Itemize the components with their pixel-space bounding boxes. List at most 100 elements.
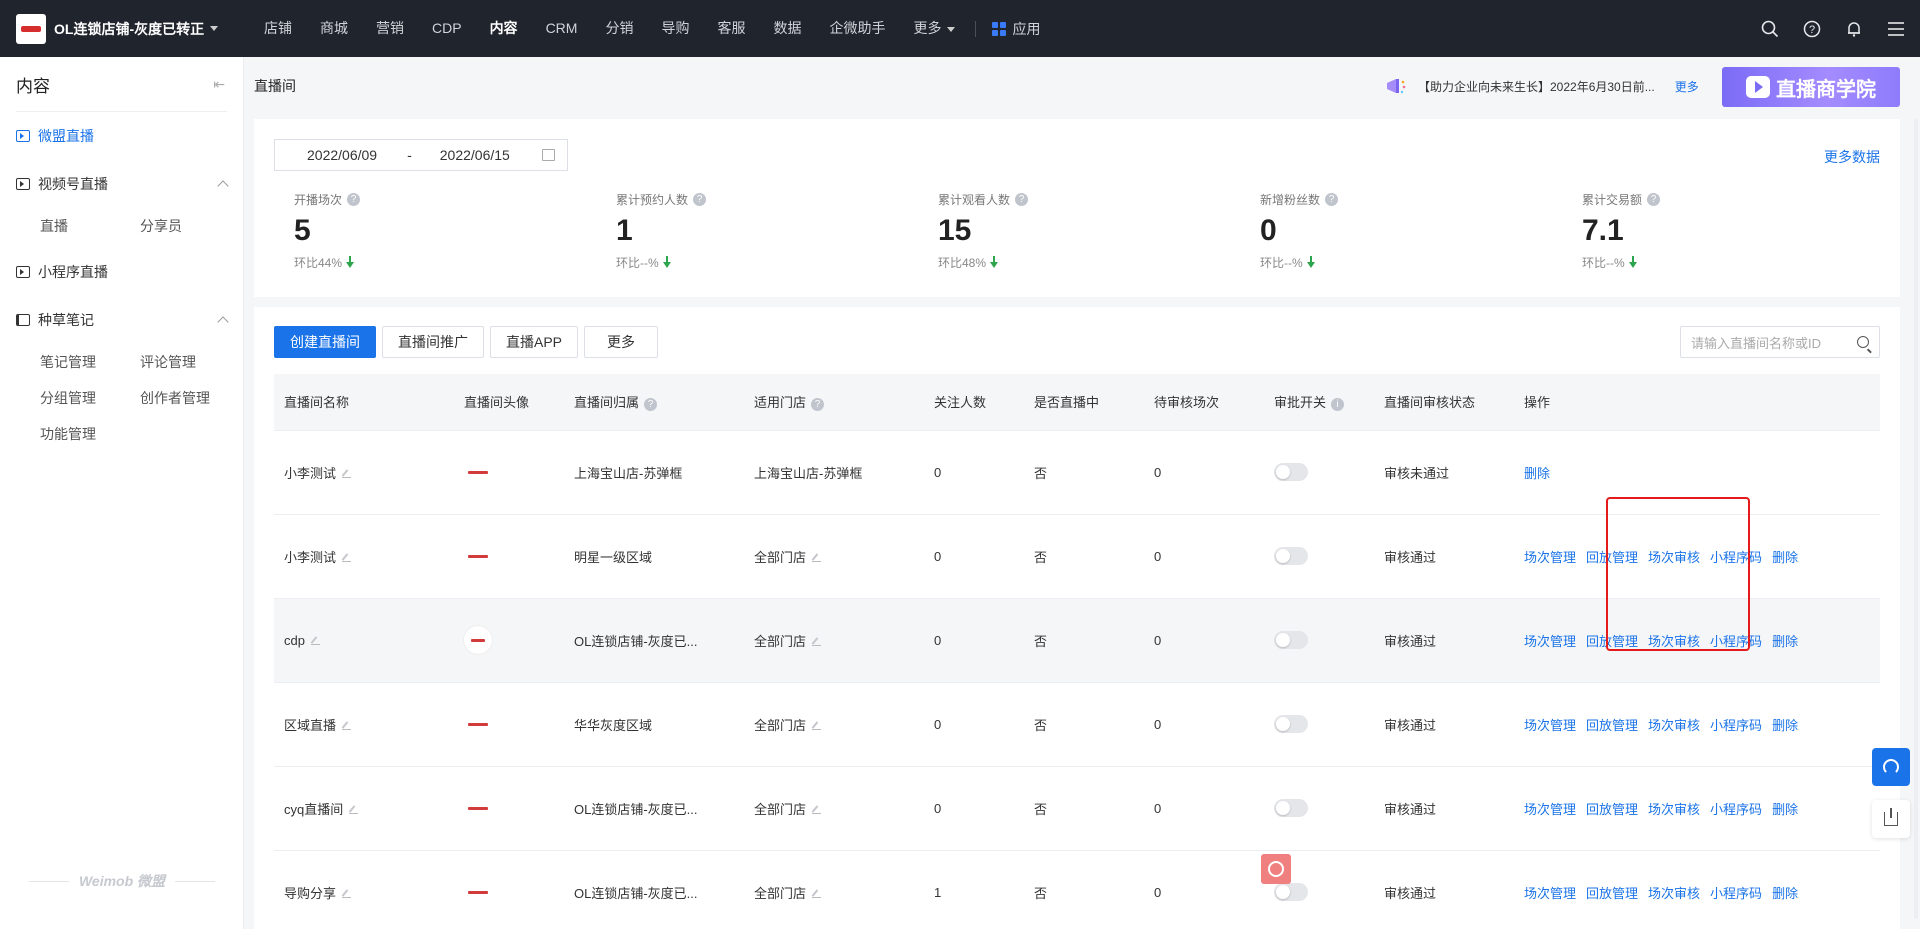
delete-link[interactable]: 删除 <box>1772 718 1798 733</box>
floating-search-icon[interactable] <box>1261 854 1291 884</box>
live-academy-banner[interactable]: 直播商学院 <box>1722 67 1900 107</box>
sidebar-item-miniprogram-live[interactable]: 小程序直播 <box>16 248 227 296</box>
approval-toggle[interactable] <box>1274 631 1308 649</box>
store-logo <box>16 13 46 44</box>
session-manage-link[interactable]: 场次管理 <box>1524 550 1576 565</box>
menu-icon[interactable] <box>1886 19 1906 39</box>
stats-card: 2022/06/09 - 2022/06/15 更多数据 开播场次? 5 环比4… <box>254 119 1900 297</box>
nav-item-more[interactable]: 更多 <box>899 0 969 57</box>
miniprogram-code-link[interactable]: 小程序码 <box>1710 718 1762 733</box>
replay-manage-link[interactable]: 回放管理 <box>1586 886 1638 901</box>
edit-icon[interactable] <box>812 637 822 646</box>
session-review-link[interactable]: 场次审核 <box>1648 802 1700 817</box>
sidebar-item-channels-live[interactable]: 视频号直播 <box>16 160 229 208</box>
miniprogram-code-link[interactable]: 小程序码 <box>1710 550 1762 565</box>
approval-toggle[interactable] <box>1274 799 1308 817</box>
info-icon[interactable]: i <box>1331 398 1345 412</box>
nav-item-guide[interactable]: 导购 <box>647 0 703 57</box>
session-review-link[interactable]: 场次审核 <box>1648 634 1700 649</box>
nav-item-cdp[interactable]: CDP <box>418 0 476 57</box>
help-icon[interactable]: ? <box>1015 193 1029 206</box>
replay-manage-link[interactable]: 回放管理 <box>1586 634 1638 649</box>
apps-menu[interactable]: 应用 <box>982 19 1050 39</box>
session-review-link[interactable]: 场次审核 <box>1648 550 1700 565</box>
search-input[interactable]: 请输入直播间名称或ID <box>1680 326 1880 358</box>
session-manage-link[interactable]: 场次管理 <box>1524 718 1576 733</box>
create-live-room-button[interactable]: 创建直播间 <box>274 326 376 358</box>
nav-item-distribution[interactable]: 分销 <box>591 0 647 57</box>
customer-service-button[interactable] <box>1872 748 1910 786</box>
replay-manage-link[interactable]: 回放管理 <box>1586 550 1638 565</box>
sidebar-item-comment-manage[interactable]: 评论管理 <box>140 344 240 380</box>
edit-icon[interactable] <box>342 469 352 478</box>
notice-text[interactable]: 【助力企业向未来生长】2022年6月30日前... <box>1418 78 1655 95</box>
edit-icon[interactable] <box>349 805 359 814</box>
delete-link[interactable]: 删除 <box>1772 886 1798 901</box>
session-manage-link[interactable]: 场次管理 <box>1524 886 1576 901</box>
delete-link[interactable]: 删除 <box>1524 466 1550 481</box>
more-button[interactable]: 更多 <box>584 326 659 358</box>
nav-item-marketing[interactable]: 营销 <box>362 0 418 57</box>
sidebar-item-feature-manage[interactable]: 功能管理 <box>40 416 140 452</box>
sidebar-item-sharer[interactable]: 分享员 <box>140 208 240 244</box>
search-icon[interactable] <box>1857 336 1869 348</box>
sidebar-item-weimob-live[interactable]: 微盟直播 <box>16 112 227 160</box>
help-icon[interactable]: ? <box>347 193 361 206</box>
store-switcher[interactable]: OL连锁店铺-灰度已转正 <box>0 13 250 44</box>
miniprogram-code-link[interactable]: 小程序码 <box>1710 802 1762 817</box>
edit-icon[interactable] <box>812 721 822 730</box>
miniprogram-code-link[interactable]: 小程序码 <box>1710 634 1762 649</box>
edit-icon[interactable] <box>342 721 352 730</box>
nav-item-service[interactable]: 客服 <box>703 0 759 57</box>
bell-icon[interactable] <box>1844 19 1864 39</box>
sidebar-item-notes[interactable]: 种草笔记 <box>16 296 229 344</box>
edit-icon[interactable] <box>342 553 352 562</box>
session-review-link[interactable]: 场次审核 <box>1648 718 1700 733</box>
session-manage-link[interactable]: 场次管理 <box>1524 634 1576 649</box>
col-header-store-label: 适用门店 <box>754 395 807 411</box>
date-range-picker[interactable]: 2022/06/09 - 2022/06/15 <box>274 139 568 171</box>
help-icon[interactable]: ? <box>811 398 825 412</box>
nav-item-data[interactable]: 数据 <box>759 0 815 57</box>
collapse-sidebar-icon[interactable]: ⇤ <box>213 76 225 93</box>
nav-item-crm[interactable]: CRM <box>532 0 592 57</box>
edit-icon[interactable] <box>812 553 822 562</box>
approval-toggle[interactable] <box>1274 463 1308 481</box>
nav-item-store[interactable]: 店铺 <box>250 0 306 57</box>
replay-manage-link[interactable]: 回放管理 <box>1586 802 1638 817</box>
approval-toggle[interactable] <box>1274 715 1308 733</box>
sidebar-item-live[interactable]: 直播 <box>40 208 140 244</box>
delete-link[interactable]: 删除 <box>1772 802 1798 817</box>
sidebar-item-creator-manage[interactable]: 创作者管理 <box>140 380 240 416</box>
help-icon[interactable]: ? <box>1802 19 1822 39</box>
session-review-link[interactable]: 场次审核 <box>1648 886 1700 901</box>
download-button[interactable] <box>1872 800 1910 838</box>
help-icon[interactable]: ? <box>693 193 707 206</box>
more-data-link[interactable]: 更多数据 <box>1824 147 1880 167</box>
delete-link[interactable]: 删除 <box>1772 634 1798 649</box>
edit-icon[interactable] <box>812 889 822 898</box>
approval-toggle[interactable] <box>1274 547 1308 565</box>
scrollbar[interactable] <box>1914 119 1918 919</box>
delete-link[interactable]: 删除 <box>1772 550 1798 565</box>
sidebar-item-group-manage[interactable]: 分组管理 <box>40 380 140 416</box>
nav-item-content[interactable]: 内容 <box>476 0 532 57</box>
edit-icon[interactable] <box>812 805 822 814</box>
nav-item-wecom[interactable]: 企微助手 <box>815 0 899 57</box>
nav-item-mall[interactable]: 商城 <box>306 0 362 57</box>
replay-manage-link[interactable]: 回放管理 <box>1586 718 1638 733</box>
help-icon[interactable]: ? <box>1325 193 1339 206</box>
sidebar-item-note-manage[interactable]: 笔记管理 <box>40 344 140 380</box>
notice-more-link[interactable]: 更多 <box>1675 78 1699 95</box>
live-app-button[interactable]: 直播APP <box>490 326 579 358</box>
search-icon[interactable] <box>1760 19 1780 39</box>
promote-live-room-button[interactable]: 直播间推广 <box>382 326 484 358</box>
approval-toggle[interactable] <box>1274 883 1308 901</box>
miniprogram-code-link[interactable]: 小程序码 <box>1710 886 1762 901</box>
edit-icon[interactable] <box>342 889 352 898</box>
room-live: 否 <box>1024 850 1144 929</box>
help-icon[interactable]: ? <box>644 398 658 412</box>
session-manage-link[interactable]: 场次管理 <box>1524 802 1576 817</box>
help-icon[interactable]: ? <box>1647 193 1661 206</box>
edit-icon[interactable] <box>310 636 320 645</box>
